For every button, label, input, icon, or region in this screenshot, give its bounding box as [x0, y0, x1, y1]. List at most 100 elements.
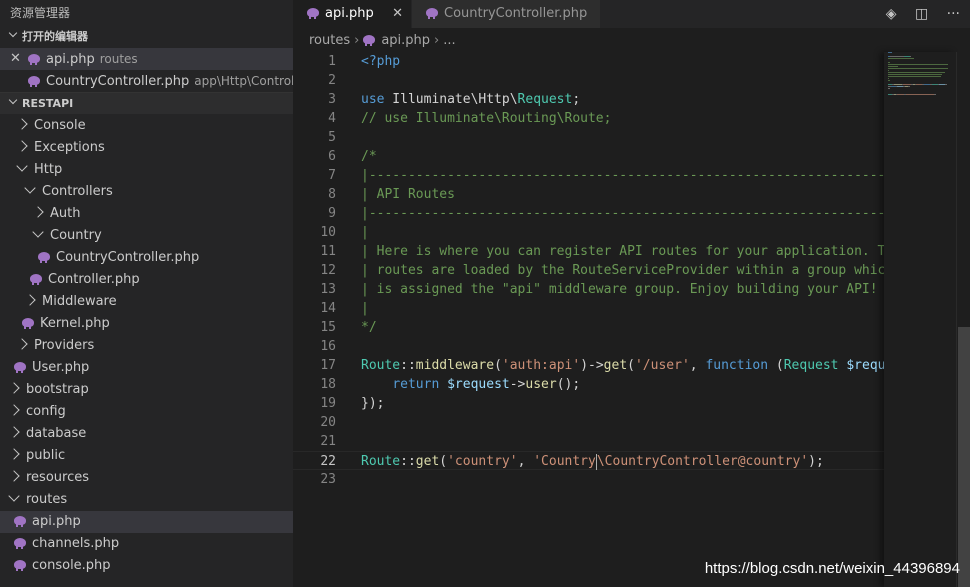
code-line[interactable]: 14 |: [293, 299, 884, 318]
open-editors-header[interactable]: 打开的编辑器: [0, 26, 293, 48]
chevron-right-icon: [16, 139, 28, 152]
minimap-token: [945, 84, 947, 85]
code-token: |: [361, 225, 369, 240]
code-line[interactable]: 3 use Illuminate\Http\Request;: [293, 90, 884, 109]
open-editor-api-php[interactable]: ✕ api.php routes: [0, 48, 293, 70]
code-editor[interactable]: 1 <?php 2 3 use Illuminate\Http\Request; 4// …: [293, 52, 884, 587]
source-control-icon[interactable]: ◈: [886, 0, 897, 28]
chevron-down-icon: [8, 28, 18, 38]
code-token: | routes are loaded by the RouteServiceP…: [361, 263, 884, 278]
chevron-right-icon: [32, 205, 44, 218]
line-text: |: [361, 223, 369, 242]
tree-folder-country[interactable]: Country: [0, 225, 293, 247]
breadcrumb-symbol[interactable]: ...: [443, 33, 455, 48]
line-number: 2: [328, 73, 336, 88]
tree-file-controller[interactable]: Controller.php: [0, 269, 293, 291]
tree-folder-middleware[interactable]: Middleware: [0, 291, 293, 313]
tree-folder-exceptions[interactable]: Exceptions: [0, 137, 293, 159]
tree-folder-public[interactable]: public: [0, 445, 293, 467]
tree-label: Kernel.php: [40, 316, 110, 331]
code-line[interactable]: 16: [293, 337, 884, 356]
minimap-token: [888, 52, 892, 53]
tree-label: routes: [26, 492, 68, 507]
tree-folder-resources[interactable]: resources: [0, 467, 293, 489]
tree-file-user[interactable]: User.php: [0, 357, 293, 379]
tree-folder-http[interactable]: Http: [0, 159, 293, 181]
code-line[interactable]: 20: [293, 413, 884, 432]
tree-label: public: [26, 448, 66, 463]
tab-api-php[interactable]: api.php ✕: [293, 0, 411, 28]
tree-file-kernel[interactable]: Kernel.php: [0, 313, 293, 335]
code-line[interactable]: 1 <?php: [293, 52, 884, 71]
code-token: get: [415, 454, 440, 469]
tree-folder-controllers[interactable]: Controllers: [0, 181, 293, 203]
tab-bar: api.php ✕ CountryController.php ◈ ◫ ···: [293, 0, 970, 28]
code-line[interactable]: 9 |--------------------------------------…: [293, 204, 884, 223]
code-token: |---------------------------------------…: [361, 168, 884, 183]
line-number: 18: [320, 377, 336, 392]
tree-folder-config[interactable]: config: [0, 401, 293, 423]
open-editors-label: 打开的编辑器: [22, 30, 88, 43]
code-line[interactable]: 18 return $request->user();: [293, 375, 884, 394]
scrollbar-thumb[interactable]: [958, 327, 970, 587]
code-line[interactable]: 21: [293, 432, 884, 451]
code-line[interactable]: 12 | routes are loaded by the RouteServic…: [293, 261, 884, 280]
code-line[interactable]: 5: [293, 128, 884, 147]
code-line[interactable]: 2: [293, 71, 884, 90]
minimap[interactable]: [884, 52, 956, 587]
tree-file-api[interactable]: api.php: [0, 511, 293, 533]
code-token: );: [808, 454, 824, 469]
code-line[interactable]: 10 |: [293, 223, 884, 242]
tab-label: api.php: [325, 6, 374, 21]
code-token: |: [361, 301, 369, 316]
code-line[interactable]: 4 // use Illuminate\Routing\Route;: [293, 109, 884, 128]
open-editor-countrycontroller[interactable]: CountryController.php app\Http\Controller…: [0, 70, 293, 92]
tab-countrycontroller[interactable]: CountryController.php: [412, 0, 600, 28]
breadcrumb-file[interactable]: api.php: [381, 33, 430, 48]
tree-folder-routes[interactable]: routes: [0, 489, 293, 511]
tree-folder-database[interactable]: database: [0, 423, 293, 445]
code-token: |---------------------------------------…: [361, 206, 884, 221]
minimap-token: [903, 84, 911, 85]
tree-file-channels[interactable]: channels.php: [0, 533, 293, 555]
code-line[interactable]: 8 | API Routes: [293, 185, 884, 204]
code-line[interactable]: 19});: [293, 394, 884, 413]
split-editor-icon[interactable]: ◫: [915, 0, 928, 28]
close-icon[interactable]: ✕: [392, 0, 403, 28]
chevron-down-icon: [8, 95, 18, 105]
code-token: (: [768, 358, 784, 373]
code-token: ,: [689, 358, 706, 373]
tree-folder-providers[interactable]: Providers: [0, 335, 293, 357]
code-line[interactable]: 23: [293, 470, 884, 489]
code-line[interactable]: 13 | is assigned the "api" middleware gro…: [293, 280, 884, 299]
breadcrumb-separator: ›: [354, 33, 360, 48]
breadcrumb-folder[interactable]: routes: [309, 33, 350, 48]
minimap-token: [888, 68, 948, 69]
tree-folder-auth[interactable]: Auth: [0, 203, 293, 225]
code-line[interactable]: 22 Route::get('country', 'Country\Country…: [293, 451, 884, 470]
code-line[interactable]: 6 /*: [293, 147, 884, 166]
tree-folder-console[interactable]: Console: [0, 115, 293, 137]
chevron-right-icon: [8, 403, 20, 416]
project-header[interactable]: RESTAPI: [0, 92, 293, 114]
line-number: 8: [328, 187, 336, 202]
watermark: https://blog.csdn.net/weixin_44396894: [704, 560, 960, 577]
code-line[interactable]: 17 Route::middleware('auth:api')->get('/u…: [293, 356, 884, 375]
chevron-right-icon: [8, 381, 20, 394]
code-line[interactable]: 11 | Here is where you can register API r…: [293, 242, 884, 261]
chevron-right-icon: [16, 337, 28, 350]
line-text: |---------------------------------------…: [361, 204, 884, 223]
tree-file-countrycontroller[interactable]: CountryController.php: [0, 247, 293, 269]
code-token: \CountryController@country': [596, 454, 809, 469]
minimap-token: [934, 94, 936, 95]
code-line[interactable]: 7 |--------------------------------------…: [293, 166, 884, 185]
close-icon[interactable]: ✕: [10, 48, 22, 70]
line-text: | is assigned the "api" middleware group…: [361, 280, 878, 299]
more-icon[interactable]: ···: [947, 0, 960, 28]
tree-file-console[interactable]: console.php: [0, 555, 293, 577]
code-token: middleware: [415, 358, 495, 373]
code-line[interactable]: 15 */: [293, 318, 884, 337]
vertical-scrollbar[interactable]: [956, 52, 970, 587]
line-text: |: [361, 299, 369, 318]
tree-folder-bootstrap[interactable]: bootstrap: [0, 379, 293, 401]
